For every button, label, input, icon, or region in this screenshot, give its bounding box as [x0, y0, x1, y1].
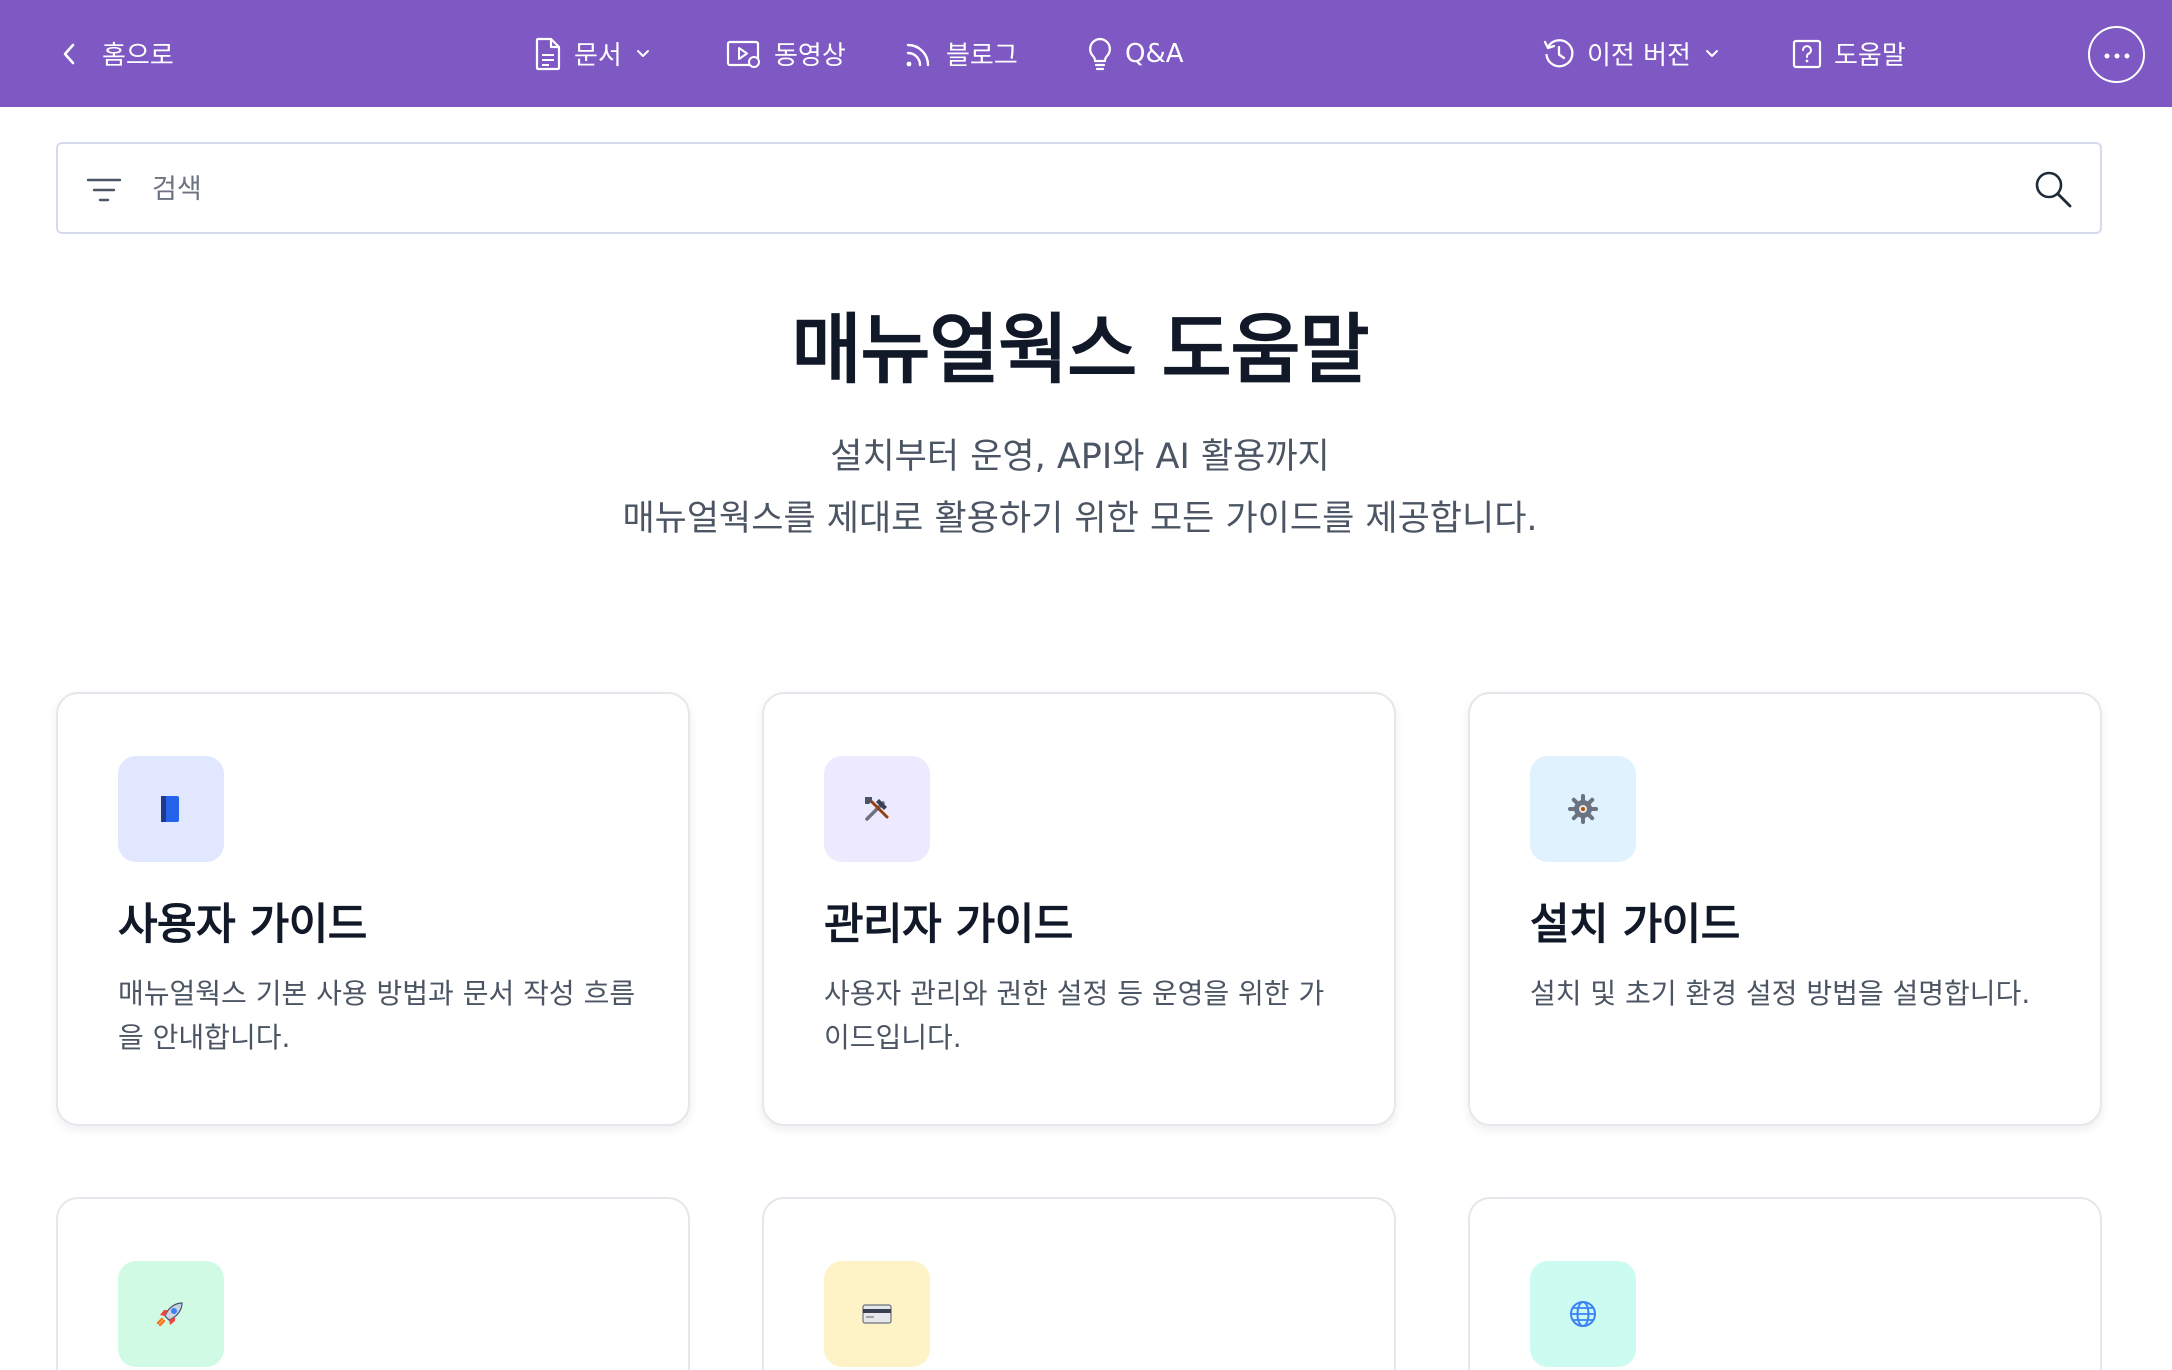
nav-docs-label: 문서 [574, 41, 622, 71]
nav-home-link[interactable]: 홈으로 [62, 0, 174, 107]
chevron-down-icon [1705, 49, 1719, 59]
nav-home-label: 홈으로 [102, 41, 174, 71]
nav-blog-label: 블로그 [946, 41, 1018, 71]
card-install-guide[interactable]: 설치 가이드 설치 및 초기 환경 설정 방법을 설명합니다. [1468, 692, 2102, 1126]
page-title: 매뉴얼웍스 도움말 [791, 305, 1370, 394]
nav-video-label: 동영상 [774, 41, 846, 71]
card-admin-guide[interactable]: 관리자 가이드 사용자 관리와 권한 설정 등 운영을 위한 가이드입니다. [762, 692, 1396, 1126]
globe-icon [1530, 1261, 1636, 1367]
nav-help-link[interactable]: 도움말 [1792, 0, 1906, 107]
nav-prev-version-label: 이전 버전 [1587, 41, 1691, 71]
help-home-page: 홈으로 문서 동영상 블로그 Q&A 이전 버전 도움말 검색 매뉴얼웍스 도움… [0, 0, 2172, 1370]
help-question-icon [1792, 38, 1822, 70]
card-billing[interactable] [762, 1197, 1396, 1370]
card-title: 설치 가이드 [1530, 900, 1740, 950]
more-options-button[interactable] [2088, 26, 2145, 83]
nav-blog-link[interactable]: 블로그 [904, 0, 1018, 107]
more-dots-icon [2102, 45, 2132, 64]
page-subtitle-line-1: 설치부터 운영, API와 AI 활용까지 [830, 437, 1330, 477]
document-icon [534, 37, 562, 71]
card-description: 사용자 관리와 권한 설정 등 운영을 위한 가이드입니다. [824, 977, 1325, 1054]
gear-icon [1530, 756, 1636, 862]
search-bar [56, 142, 2102, 234]
rocket-icon [118, 1261, 224, 1367]
filter-icon[interactable] [84, 175, 124, 209]
video-icon [726, 39, 762, 69]
card-quick-start[interactable] [56, 1197, 690, 1370]
book-icon [118, 756, 224, 862]
card-network[interactable] [1468, 1197, 2102, 1370]
card-title: 사용자 가이드 [118, 900, 367, 950]
chevron-down-icon [636, 49, 650, 59]
nav-prev-version-dropdown[interactable]: 이전 버전 [1543, 0, 1719, 107]
nav-help-label: 도움말 [1834, 41, 1906, 71]
history-icon [1543, 38, 1575, 70]
nav-qna-link[interactable]: Q&A [1087, 0, 1184, 107]
tools-icon [824, 756, 930, 862]
search-input[interactable] [152, 164, 2012, 214]
rss-feed-icon [904, 39, 934, 69]
page-subtitle-line-2: 매뉴얼웍스를 제대로 활용하기 위한 모든 가이드를 제공합니다. [622, 499, 1538, 539]
card-description: 매뉴얼웍스 기본 사용 방법과 문서 작성 흐름을 안내합니다. [118, 977, 636, 1054]
search-icon[interactable] [2032, 168, 2074, 214]
nav-video-link[interactable]: 동영상 [726, 0, 846, 107]
chevron-left-icon [62, 43, 76, 65]
card-user-guide[interactable]: 사용자 가이드 매뉴얼웍스 기본 사용 방법과 문서 작성 흐름을 안내합니다. [56, 692, 690, 1126]
credit-card-icon [824, 1261, 930, 1367]
nav-qna-label: Q&A [1125, 38, 1184, 69]
nav-docs-dropdown[interactable]: 문서 [534, 0, 650, 107]
top-navigation-bar: 홈으로 문서 동영상 블로그 Q&A 이전 버전 도움말 [0, 0, 2172, 107]
lightbulb-icon [1087, 37, 1113, 71]
card-title: 관리자 가이드 [824, 900, 1073, 950]
card-description: 설치 및 초기 환경 설정 방법을 설명합니다. [1530, 977, 2031, 1010]
